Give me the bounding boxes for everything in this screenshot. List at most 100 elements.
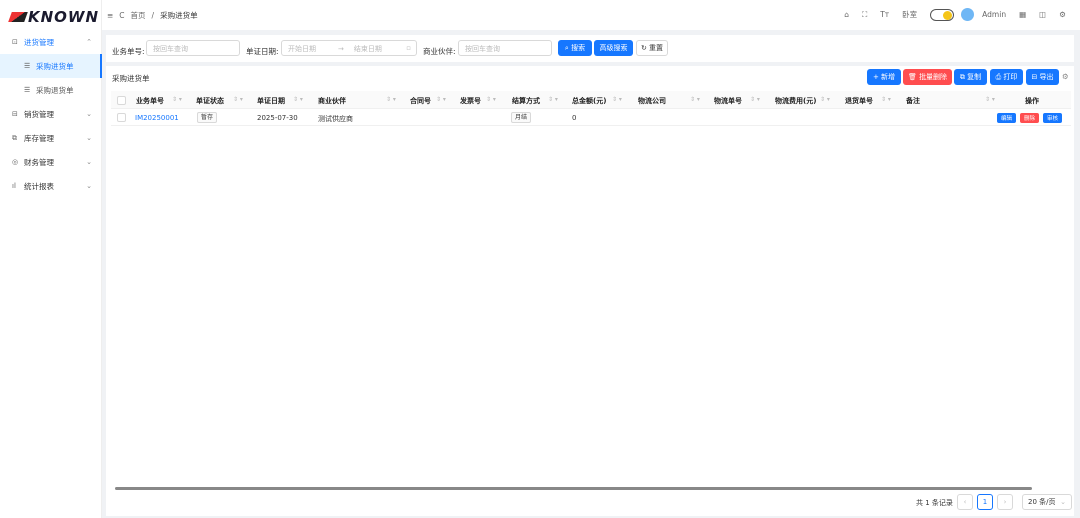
delete-button[interactable]: 删除	[1020, 113, 1039, 123]
sort-filter-icon[interactable]: ⇕ ▾	[548, 96, 558, 103]
sidebar-item-sales[interactable]: ⊟ 销货管理 ⌄	[0, 102, 102, 126]
theme-toggle[interactable]	[930, 8, 955, 21]
approve-button[interactable]: 审核	[1043, 113, 1062, 123]
avatar[interactable]	[961, 8, 975, 21]
table-title: 采购进货单	[112, 74, 150, 83]
sidebar: KNOWN ⊡ 进货管理 ⌃ ☰ 采购进货单 ☰ 采购退货单 ⊟ 销货管理 ⌄ ⧉ 库存管理 ⌄…	[0, 0, 102, 518]
horizontal-scrollbar[interactable]	[115, 487, 1032, 490]
breadcrumb-current: 采购进货单	[160, 10, 198, 20]
finance-icon: ◎	[12, 158, 19, 166]
breadcrumb-home[interactable]: 首页	[131, 10, 146, 21]
copy-icon: ⧉	[959, 72, 968, 81]
export-button[interactable]: ⊟ 导出	[1026, 69, 1059, 85]
date-label: 单证日期:	[246, 47, 279, 56]
warehouse-icon: ⧉	[12, 133, 17, 142]
column-header-return-no[interactable]: 退货单号	[845, 96, 873, 106]
batch-delete-button[interactable]: 🗑 批量删除	[903, 69, 952, 85]
column-header-invoice[interactable]: 发票号	[460, 96, 481, 106]
column-header-total[interactable]: 总金额(元)	[572, 96, 606, 106]
header: ≡ C 首页 / 采购进货单 ⌂ ⛶ Tт 卧室 Admin ▦ ◫ ⚙	[102, 0, 1080, 30]
sidebar-item-inventory[interactable]: ⧉ 库存管理 ⌄	[0, 126, 102, 150]
select-all-checkbox[interactable]	[117, 96, 126, 105]
column-settings-icon[interactable]: ⚙	[1062, 72, 1069, 81]
sort-filter-icon[interactable]: ⇕ ▾	[612, 96, 622, 103]
chevron-up-icon: ⌃	[86, 38, 92, 46]
sidebar-item-purchase-in[interactable]: ☰ 采购进货单	[0, 54, 102, 78]
order-no-input[interactable]: 按回车查询	[146, 40, 240, 56]
prev-page-button[interactable]: ‹	[957, 494, 973, 510]
sort-filter-icon[interactable]: ⇕ ▾	[820, 96, 830, 103]
column-header-contract[interactable]: 合同号	[410, 96, 431, 106]
partner-label: 商业伙伴:	[423, 47, 456, 56]
chevron-down-icon: ⌄	[86, 182, 92, 190]
page-size-select[interactable]: 20 条/页 ⌄	[1022, 494, 1072, 510]
reset-button[interactable]: ↻ 重置	[636, 40, 668, 56]
fullscreen-icon[interactable]: ⛶	[862, 10, 867, 20]
gear-icon[interactable]: ⚙	[1059, 10, 1066, 19]
chart-icon: ıl	[12, 182, 16, 190]
print-button[interactable]: ⎙ 打印	[990, 69, 1023, 85]
sidebar-item-purchase[interactable]: ⊡ 进货管理 ⌃	[0, 30, 102, 54]
copy-button[interactable]: ⧉ 复制	[954, 69, 987, 85]
user-name[interactable]: Admin	[982, 10, 1006, 19]
column-header-actions[interactable]: 操作	[1025, 96, 1039, 106]
column-header-logistics-no[interactable]: 物流单号	[714, 96, 742, 106]
panel-icon[interactable]: ◫	[1039, 10, 1046, 19]
sort-filter-icon[interactable]: ⇕ ▾	[750, 96, 760, 103]
trash-icon: 🗑	[907, 73, 920, 81]
row-checkbox[interactable]	[117, 113, 126, 122]
sort-filter-icon[interactable]: ⇕ ▾	[233, 96, 243, 103]
reset-icon: ↻	[640, 44, 650, 52]
inbox-icon: ⊡	[12, 38, 18, 46]
sort-filter-icon[interactable]: ⇕ ▾	[881, 96, 891, 103]
export-icon: ⊟	[1031, 73, 1040, 81]
status-badge: 暂存	[197, 112, 218, 123]
column-header-status[interactable]: 单证状态	[196, 96, 224, 106]
sort-filter-icon[interactable]: ⇕ ▾	[985, 96, 995, 103]
sort-filter-icon[interactable]: ⇕ ▾	[690, 96, 700, 103]
logo: KNOWN	[8, 8, 99, 26]
column-header-partner[interactable]: 商业伙伴	[318, 96, 346, 106]
home-icon[interactable]: ⌂	[844, 10, 849, 19]
sort-filter-icon[interactable]: ⇕ ▾	[172, 96, 182, 103]
column-header-logistics-company[interactable]: 物流公司	[638, 96, 666, 106]
edit-button[interactable]: 编辑	[997, 113, 1016, 123]
column-header-settlement[interactable]: 结算方式	[512, 96, 540, 106]
sort-filter-icon[interactable]: ⇕ ▾	[293, 96, 303, 103]
partner-input[interactable]: 按回车查询	[458, 40, 552, 56]
calendar-icon: ▫	[406, 44, 411, 52]
table-row[interactable]	[111, 109, 1071, 126]
column-header-date[interactable]: 单证日期	[257, 96, 285, 106]
partner-cell: 测试供应商	[318, 115, 353, 123]
grid-icon[interactable]: ▦	[1019, 10, 1026, 19]
add-button[interactable]: + 新增	[867, 69, 901, 85]
column-header-logistics-fee[interactable]: 物流费用(元)	[775, 96, 816, 106]
page-1-button[interactable]: 1	[977, 494, 993, 510]
settlement-badge: 月结	[511, 112, 532, 123]
print-icon: ⎙	[995, 72, 1004, 81]
outbox-icon: ⊟	[12, 110, 18, 118]
search-button[interactable]: ⌕ 搜索	[558, 40, 592, 56]
sort-filter-icon[interactable]: ⇕ ▾	[386, 96, 396, 103]
next-page-button[interactable]: ›	[997, 494, 1013, 510]
column-header-remark[interactable]: 备注	[906, 96, 920, 106]
sidebar-item-finance[interactable]: ◎ 财务管理 ⌄	[0, 150, 102, 174]
date-cell: 2025-07-30	[257, 114, 298, 122]
menu-toggle-icon[interactable]: ≡	[107, 11, 113, 20]
order-no-label: 业务单号:	[112, 47, 145, 56]
font-size-icon[interactable]: Tт	[880, 10, 889, 19]
sidebar-item-reports[interactable]: ıl 统计报表 ⌄	[0, 174, 102, 198]
table-panel	[106, 66, 1074, 516]
layout-button[interactable]: 卧室	[902, 9, 917, 20]
column-header-order-no[interactable]: 业务单号	[136, 96, 164, 106]
refresh-icon[interactable]: C	[119, 11, 124, 20]
list-icon: ☰	[24, 62, 31, 70]
date-range-input[interactable]: 开始日期 → 结束日期 ▫	[281, 40, 417, 56]
advanced-search-button[interactable]: 高级搜索	[594, 40, 633, 56]
chevron-down-icon: ⌄	[1060, 498, 1066, 506]
sort-filter-icon[interactable]: ⇕ ▾	[436, 96, 446, 103]
sidebar-item-purchase-return[interactable]: ☰ 采购退货单	[0, 78, 102, 102]
order-no-link[interactable]: IM20250001	[135, 114, 179, 122]
sort-filter-icon[interactable]: ⇕ ▾	[486, 96, 496, 103]
chevron-down-icon: ⌄	[86, 134, 92, 142]
